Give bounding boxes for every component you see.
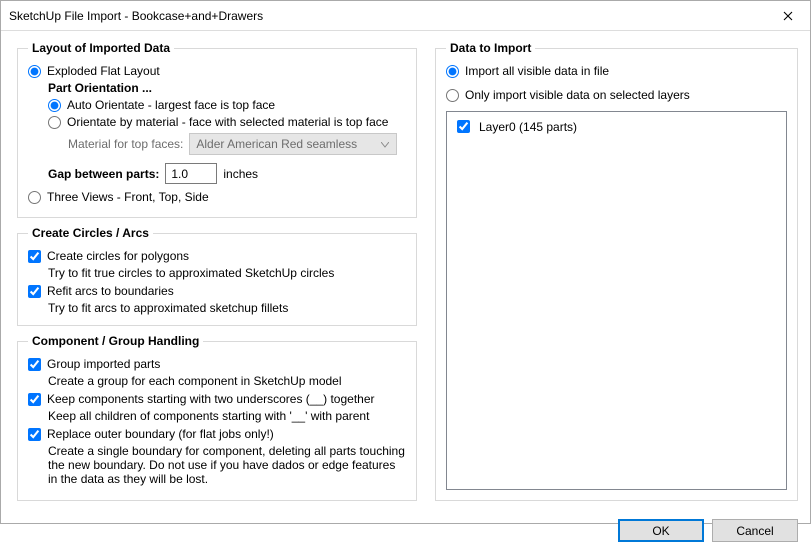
radio-import-all[interactable]: Import all visible data in file (446, 64, 787, 78)
radio-orient-by-material-input[interactable] (48, 116, 61, 129)
layer-item-label: Layer0 (145 parts) (479, 120, 577, 134)
radio-three-views-input[interactable] (28, 191, 41, 204)
layout-legend: Layout of Imported Data (28, 41, 174, 55)
layers-list[interactable]: Layer0 (145 parts) (446, 111, 787, 490)
layout-group: Layout of Imported Data Exploded Flat La… (17, 41, 417, 218)
left-column: Layout of Imported Data Exploded Flat La… (17, 41, 417, 509)
create-circles-hint: Try to fit true circles to approximated … (48, 266, 406, 280)
radio-import-selected-input[interactable] (446, 89, 459, 102)
ok-button[interactable]: OK (618, 519, 704, 542)
close-button[interactable] (766, 1, 810, 30)
check-keep-underscore-input[interactable] (28, 393, 41, 406)
check-group-imported-label: Group imported parts (47, 357, 160, 371)
replace-boundary-hint: Create a single boundary for component, … (48, 444, 406, 486)
right-column: Data to Import Import all visible data i… (435, 41, 798, 509)
check-refit-arcs-input[interactable] (28, 285, 41, 298)
data-to-import-group: Data to Import Import all visible data i… (435, 41, 798, 501)
radio-three-views[interactable]: Three Views - Front, Top, Side (28, 190, 406, 204)
radio-auto-orientate-label: Auto Orientate - largest face is top fac… (67, 98, 275, 112)
circles-legend: Create Circles / Arcs (28, 226, 153, 240)
material-for-top-faces-label: Material for top faces: (68, 137, 183, 151)
gap-between-parts-input[interactable] (165, 163, 217, 184)
check-replace-boundary[interactable]: Replace outer boundary (for flat jobs on… (28, 427, 406, 441)
close-icon (783, 11, 793, 21)
titlebar: SketchUp File Import - Bookcase+and+Draw… (1, 1, 810, 31)
check-refit-arcs[interactable]: Refit arcs to boundaries (28, 284, 406, 298)
gap-row: Gap between parts: inches (28, 163, 406, 184)
groups-group: Component / Group Handling Group importe… (17, 334, 417, 501)
check-keep-underscore[interactable]: Keep components starting with two unders… (28, 392, 406, 406)
radio-exploded-flat[interactable]: Exploded Flat Layout (28, 64, 406, 78)
check-group-imported[interactable]: Group imported parts (28, 357, 406, 371)
part-orientation-heading: Part Orientation ... (28, 81, 406, 95)
group-imported-hint: Create a group for each component in Ske… (48, 374, 406, 388)
gap-between-parts-label: Gap between parts: (48, 167, 159, 181)
cancel-button[interactable]: Cancel (712, 519, 798, 542)
radio-import-selected[interactable]: Only import visible data on selected lay… (446, 88, 787, 102)
radio-import-all-input[interactable] (446, 65, 459, 78)
dialog-window: SketchUp File Import - Bookcase+and+Draw… (0, 0, 811, 524)
material-row: Material for top faces: Alder American R… (28, 133, 406, 155)
groups-legend: Component / Group Handling (28, 334, 203, 348)
content-area: Layout of Imported Data Exploded Flat La… (1, 31, 810, 513)
check-group-imported-input[interactable] (28, 358, 41, 371)
refit-arcs-hint: Try to fit arcs to approximated sketchup… (48, 301, 406, 315)
check-keep-underscore-label: Keep components starting with two unders… (47, 392, 375, 406)
radio-three-views-label: Three Views - Front, Top, Side (47, 190, 209, 204)
keep-underscore-hint: Keep all children of components starting… (48, 409, 406, 423)
circles-group: Create Circles / Arcs Create circles for… (17, 226, 417, 326)
radio-import-all-label: Import all visible data in file (465, 64, 609, 78)
radio-orient-by-material[interactable]: Orientate by material - face with select… (28, 115, 406, 129)
layer-item[interactable]: Layer0 (145 parts) (453, 116, 780, 137)
check-refit-arcs-label: Refit arcs to boundaries (47, 284, 174, 298)
gap-units-label: inches (223, 167, 258, 181)
data-to-import-legend: Data to Import (446, 41, 535, 55)
button-bar: OK Cancel (1, 513, 810, 552)
chevron-down-icon (378, 138, 392, 152)
layer-item-checkbox[interactable] (457, 120, 470, 133)
radio-auto-orientate-input[interactable] (48, 99, 61, 112)
check-replace-boundary-label: Replace outer boundary (for flat jobs on… (47, 427, 274, 441)
check-create-circles-input[interactable] (28, 250, 41, 263)
material-combo: Alder American Red seamless (189, 133, 397, 155)
material-combo-value: Alder American Red seamless (196, 137, 357, 151)
window-title: SketchUp File Import - Bookcase+and+Draw… (9, 9, 766, 23)
check-create-circles-label: Create circles for polygons (47, 249, 189, 263)
check-create-circles[interactable]: Create circles for polygons (28, 249, 406, 263)
check-replace-boundary-input[interactable] (28, 428, 41, 441)
radio-orient-by-material-label: Orientate by material - face with select… (67, 115, 388, 129)
radio-exploded-flat-input[interactable] (28, 65, 41, 78)
radio-auto-orientate[interactable]: Auto Orientate - largest face is top fac… (28, 98, 406, 112)
radio-import-selected-label: Only import visible data on selected lay… (465, 88, 690, 102)
radio-exploded-flat-label: Exploded Flat Layout (47, 64, 160, 78)
